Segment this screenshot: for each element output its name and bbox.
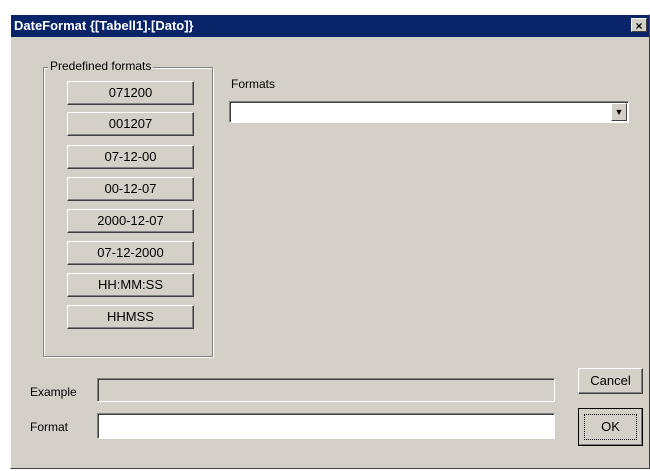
ok-button[interactable]: OK	[578, 408, 643, 446]
dropdown-arrow-button[interactable]: ▼	[611, 103, 627, 121]
format-button-2000-12-07[interactable]: 2000-12-07	[67, 209, 194, 233]
chevron-down-icon: ▼	[614, 107, 624, 117]
formats-label: Formats	[231, 77, 276, 91]
focus-rectangle	[584, 414, 637, 440]
dateformat-dialog: DateFormat {[Tabell1].[Dato]} × Predefin…	[10, 14, 650, 469]
cancel-button[interactable]: Cancel	[578, 368, 643, 394]
predefined-formats-label: Predefined formats	[48, 59, 154, 73]
window-title: DateFormat {[Tabell1].[Dato]}	[14, 18, 194, 33]
formats-dropdown[interactable]: ▼	[229, 101, 629, 123]
format-button-001207[interactable]: 001207	[67, 112, 194, 136]
format-button-07-12-00[interactable]: 07-12-00	[67, 145, 194, 169]
format-input[interactable]	[97, 413, 555, 439]
close-icon: ×	[635, 19, 643, 33]
format-button-hh-mm-ss[interactable]: HH:MM:SS	[67, 273, 194, 297]
format-button-00-12-07[interactable]: 00-12-07	[67, 177, 194, 201]
example-field	[97, 378, 555, 402]
format-button-hhmss[interactable]: HHMSS	[67, 305, 194, 329]
format-button-07-12-2000[interactable]: 07-12-2000	[67, 241, 194, 265]
example-label: Example	[30, 385, 77, 399]
format-button-071200[interactable]: 071200	[67, 81, 194, 105]
title-bar[interactable]: DateFormat {[Tabell1].[Dato]} ×	[11, 15, 649, 37]
format-label: Format	[30, 420, 69, 434]
close-button[interactable]: ×	[631, 18, 647, 33]
